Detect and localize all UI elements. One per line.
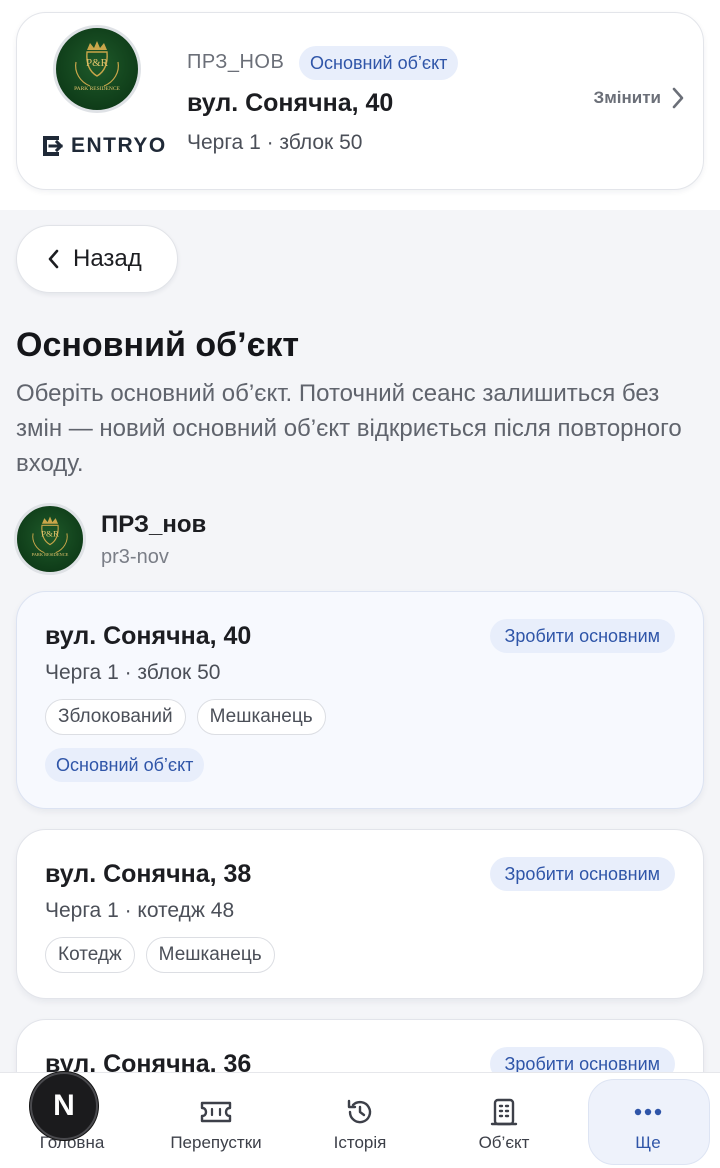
tag-resident: Мешканець — [145, 937, 275, 973]
current-address: вул. Сонячна, 40 — [187, 89, 394, 117]
object-tags: Зблокований Мешканець — [45, 699, 326, 735]
main-object-badge: Основний об’єкт — [299, 46, 459, 80]
current-object-card[interactable]: P&R PARK RESIDENCE ENTRYO ПРЗ_НОВ Основн… — [16, 12, 704, 190]
object-details: Черга 1 · зблок 50 — [45, 661, 221, 684]
tag-blocked: Зблокований — [45, 699, 186, 735]
object-card[interactable]: вул. Сонячна, 40 Черга 1 · зблок 50 Зроб… — [16, 591, 704, 809]
back-button[interactable]: Назад — [16, 225, 178, 293]
make-main-button[interactable]: Зробити основним — [489, 619, 675, 653]
back-label: Назад — [73, 245, 142, 272]
building-icon — [487, 1095, 521, 1129]
chevron-left-icon — [48, 249, 59, 269]
object-card[interactable]: вул. Сонячна, 38 Черга 1 · котедж 48 Зро… — [16, 829, 704, 999]
entryo-wordmark: ENTRYO — [71, 134, 167, 157]
object-code: ПРЗ_НОВ — [187, 51, 285, 73]
nav-label: Історія — [333, 1133, 387, 1152]
crown-logo-icon: P&R PARK RESIDENCE — [74, 41, 121, 92]
history-icon — [343, 1095, 377, 1129]
change-label: Змінити — [593, 88, 661, 107]
main-object-badge: Основний об’єкт — [45, 748, 205, 782]
page-description: Оберіть основний об’єкт. Поточний сеанс … — [16, 380, 682, 477]
change-object-button[interactable]: Змінити — [594, 87, 685, 109]
nav-label: Об’єкт — [478, 1133, 530, 1152]
svg-text:PARK RESIDENCE: PARK RESIDENCE — [74, 86, 120, 92]
current-object-details: Черга 1 · зблок 50 — [187, 131, 363, 154]
object-details: Черга 1 · котедж 48 — [45, 899, 235, 922]
svg-text:PARK RESIDENCE: PARK RESIDENCE — [32, 552, 69, 557]
tag-cottage: Котедж — [45, 937, 135, 973]
organization-avatar: P&R PARK RESIDENCE — [14, 503, 86, 575]
bottom-navigation: Головна Перепустки Історія Об’єкт Ще — [0, 1072, 720, 1168]
dev-badge-letter: N — [53, 1089, 75, 1122]
page-title: Основний об’єкт — [16, 326, 300, 364]
organization-name: ПРЗ_нов — [101, 511, 207, 538]
chevron-right-icon — [672, 87, 684, 109]
ticket-icon — [199, 1095, 233, 1129]
dev-tools-badge[interactable]: N — [30, 1072, 98, 1140]
more-icon — [631, 1095, 665, 1129]
make-main-button[interactable]: Зробити основним — [489, 857, 675, 891]
object-address: вул. Сонячна, 40 — [45, 622, 252, 650]
organization-slug: pr3-nov — [101, 546, 169, 568]
svg-text:P&R: P&R — [41, 529, 59, 539]
nav-history[interactable]: Історія — [288, 1073, 432, 1168]
object-tags: Котедж Мешканець — [45, 937, 275, 973]
entryo-brand: ENTRYO — [39, 131, 167, 161]
nav-object[interactable]: Об’єкт — [432, 1073, 576, 1168]
nav-passes[interactable]: Перепустки — [144, 1073, 288, 1168]
nav-more[interactable]: Ще — [576, 1073, 720, 1168]
svg-text:P&R: P&R — [86, 57, 109, 69]
tag-resident: Мешканець — [196, 699, 326, 735]
object-address: вул. Сонячна, 38 — [45, 860, 252, 888]
nav-label: Перепустки — [170, 1133, 262, 1152]
app-page: P&R PARK RESIDENCE ENTRYO ПРЗ_НОВ Основн… — [0, 0, 720, 1168]
park-residence-logo: P&R PARK RESIDENCE — [53, 25, 141, 113]
entryo-logo-icon — [43, 136, 64, 156]
nav-label: Ще — [635, 1133, 661, 1152]
top-area: P&R PARK RESIDENCE ENTRYO ПРЗ_НОВ Основн… — [0, 0, 720, 210]
crown-logo-icon: P&R PARK RESIDENCE — [32, 516, 69, 557]
